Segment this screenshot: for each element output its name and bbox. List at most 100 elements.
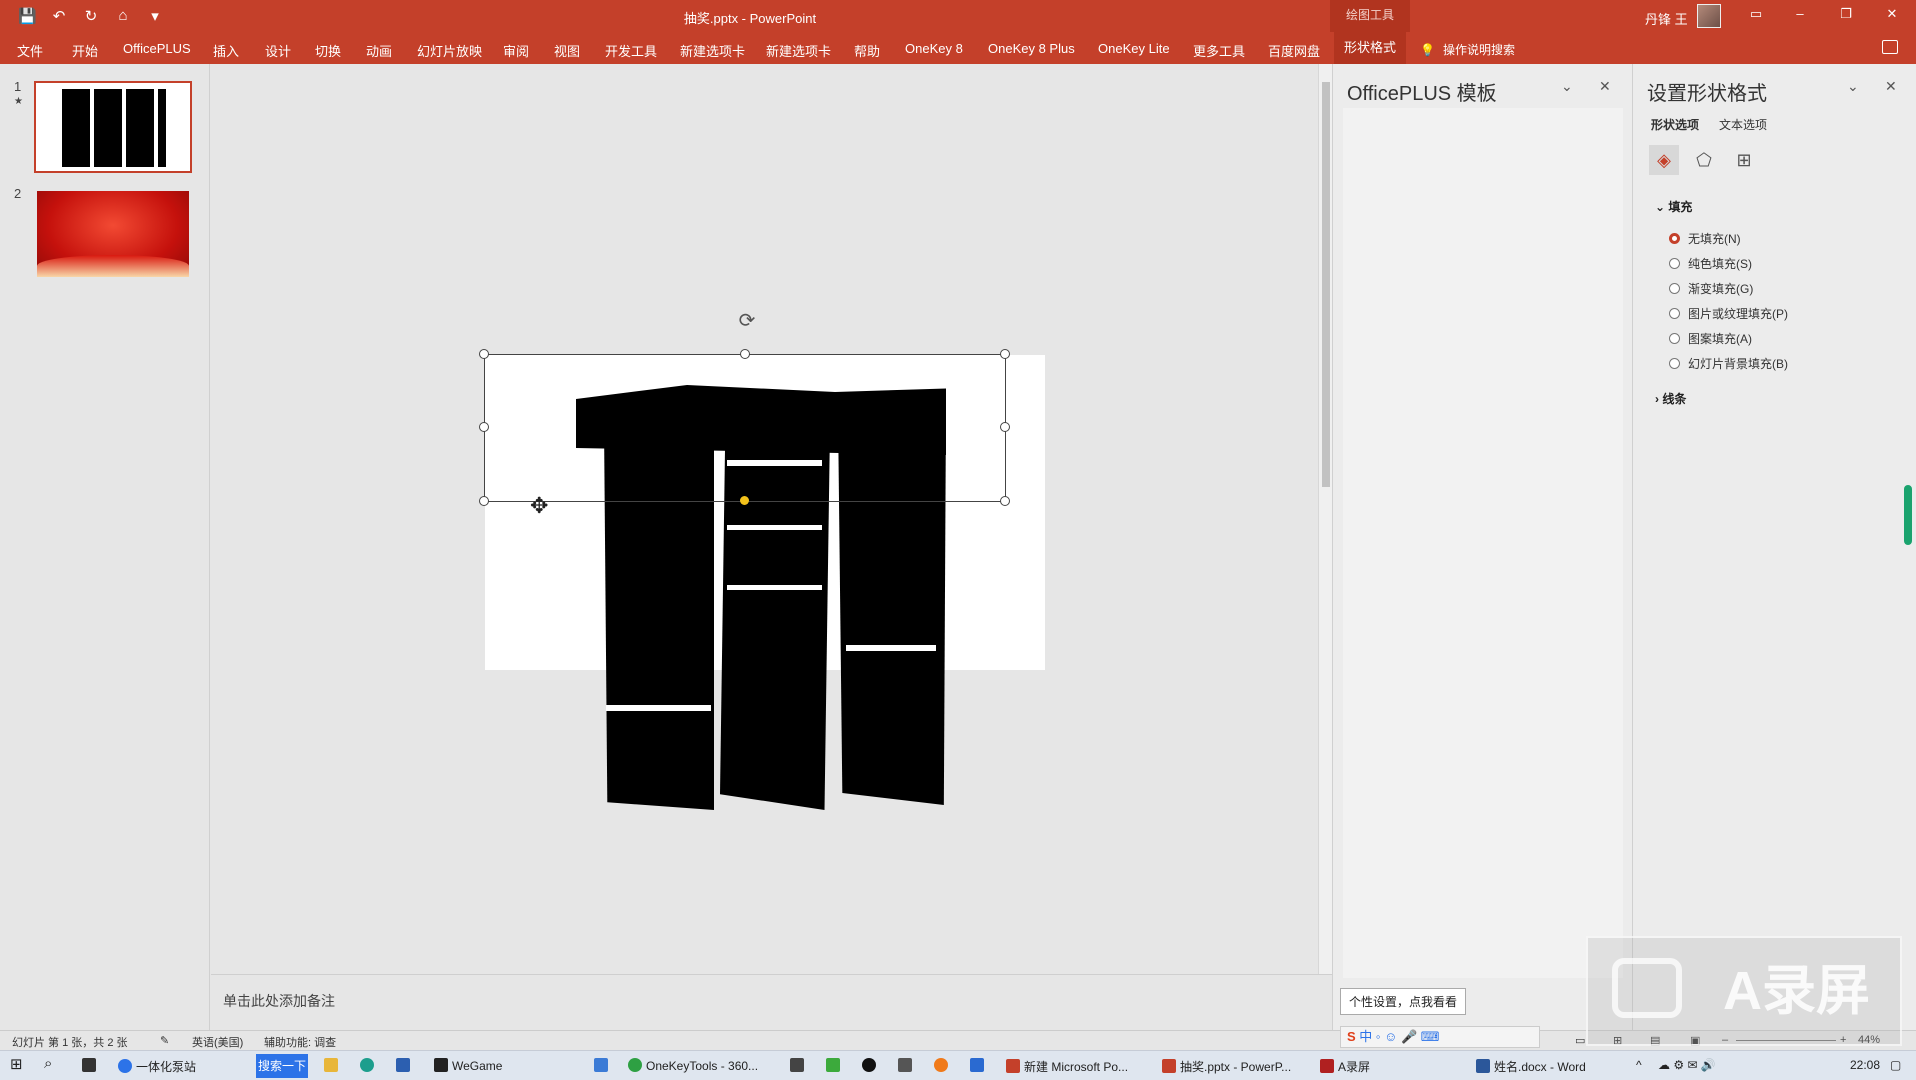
pane-options-icon[interactable]: ⌄	[1847, 78, 1859, 95]
app-icon[interactable]	[970, 1058, 988, 1073]
fill-option-label: 图案填充(A)	[1688, 332, 1752, 346]
accessibility-status[interactable]: 辅助功能: 调查	[264, 1034, 336, 1050]
taskbar-onekeytools[interactable]: OneKeyTools - 360...	[628, 1058, 758, 1073]
fill-section[interactable]: ⌄ 填充	[1655, 198, 1692, 215]
tab-shape-format[interactable]: 形状格式	[1334, 32, 1407, 64]
shape-selection-box[interactable]	[484, 354, 1006, 502]
fill-option-slide-background[interactable]: 幻灯片背景填充(B)	[1669, 355, 1788, 372]
tab-insert[interactable]: 插入	[213, 41, 239, 60]
pane-options-icon[interactable]: ⌄	[1561, 78, 1573, 95]
tab-new-1[interactable]: 新建选项卡	[680, 41, 745, 60]
fill-option-gradient[interactable]: 渐变填充(G)	[1669, 280, 1753, 297]
store-icon[interactable]	[396, 1058, 414, 1073]
scrollbar-thumb[interactable]	[1322, 82, 1330, 487]
browser-search[interactable]: 一体化泵站	[118, 1058, 196, 1075]
tab-transitions[interactable]: 切换	[315, 41, 341, 60]
comment-icon[interactable]	[1882, 40, 1898, 54]
fill-option-none[interactable]: 无填充(N)	[1669, 230, 1741, 247]
tab-review[interactable]: 审阅	[503, 41, 529, 60]
taskbar-new-ppt[interactable]: 新建 Microsoft Po...	[1006, 1058, 1128, 1075]
rotate-handle-icon[interactable]: ⟳	[736, 310, 758, 332]
fill-option-picture[interactable]: 图片或纹理填充(P)	[1669, 305, 1788, 322]
size-properties-icon[interactable]: ⊞	[1729, 145, 1759, 175]
tray-icons[interactable]: ☁ ⚙ ✉ 🔊	[1658, 1058, 1716, 1072]
tab-shape-options[interactable]: 形状选项	[1651, 116, 1699, 133]
search-button[interactable]: 搜索一下	[256, 1054, 308, 1078]
fill-option-pattern[interactable]: 图案填充(A)	[1669, 330, 1752, 347]
taskbar-recorder[interactable]: A录屏	[1320, 1058, 1370, 1075]
folder-icon[interactable]	[324, 1058, 342, 1073]
resize-handle-bottom-left[interactable]	[479, 496, 489, 506]
ribbon-display-icon[interactable]: ▭	[1746, 6, 1766, 26]
resize-handle-right[interactable]	[1000, 422, 1010, 432]
tab-new-2[interactable]: 新建选项卡	[766, 41, 831, 60]
tray-chevron-icon[interactable]: ^	[1636, 1058, 1642, 1072]
ribbon-tab-row: 文件 开始 OfficePLUS 插入 设计 切换 动画 幻灯片放映 审阅 视图…	[0, 32, 1916, 64]
user-name[interactable]: 丹锋 王	[1645, 9, 1688, 28]
personalize-tip[interactable]: 个性设置，点我看看	[1340, 988, 1467, 1015]
spellcheck-icon[interactable]: ✎	[160, 1034, 169, 1047]
tab-onekey8[interactable]: OneKey 8	[905, 41, 963, 56]
tab-animations[interactable]: 动画	[366, 41, 392, 60]
fill-line-icon[interactable]: ◈	[1649, 145, 1679, 175]
close-icon[interactable]: ✕	[1882, 6, 1902, 26]
clock[interactable]: 22:08	[1850, 1058, 1880, 1072]
tab-text-options[interactable]: 文本选项	[1719, 116, 1767, 133]
canvas-scrollbar[interactable]	[1318, 64, 1332, 974]
title-bar: 💾 ↶ ↻ ⌂ ▾ 抽奖.pptx - PowerPoint 绘图工具 丹锋 王…	[0, 0, 1916, 32]
tab-onekeylite[interactable]: OneKey Lite	[1098, 41, 1170, 56]
resize-handle-bottom-right[interactable]	[1000, 496, 1010, 506]
app-icon[interactable]	[826, 1058, 844, 1073]
browser-search-text: 一体化泵站	[136, 1060, 197, 1074]
fill-option-solid[interactable]: 纯色填充(S)	[1669, 255, 1752, 272]
pane-close-icon[interactable]: ✕	[1599, 78, 1611, 95]
normal-view-icon[interactable]: ▭	[1575, 1034, 1585, 1047]
side-widget-tab[interactable]	[1904, 485, 1912, 545]
slide-thumbnail-1[interactable]	[34, 81, 192, 173]
app-icon[interactable]	[898, 1058, 916, 1073]
resize-handle-left[interactable]	[479, 422, 489, 432]
resize-handle-top[interactable]	[740, 349, 750, 359]
restore-icon[interactable]: ❐	[1836, 6, 1856, 26]
tab-home[interactable]: 开始	[72, 41, 98, 60]
notes-area[interactable]: 单击此处添加备注	[211, 974, 1332, 1030]
notification-icon[interactable]: ▢	[1890, 1058, 1901, 1072]
tab-file[interactable]: 文件	[17, 41, 43, 60]
tab-design[interactable]: 设计	[265, 41, 291, 60]
watermark-text: A录屏	[1723, 961, 1870, 1021]
avatar[interactable]	[1697, 4, 1721, 28]
qq-icon[interactable]	[862, 1058, 880, 1073]
tab-officeplus[interactable]: OfficePLUS	[123, 41, 191, 56]
app-icon[interactable]	[790, 1058, 808, 1073]
mail-icon[interactable]	[594, 1058, 612, 1073]
adjust-handle[interactable]	[740, 496, 749, 505]
tab-slideshow[interactable]: 幻灯片放映	[417, 41, 482, 60]
taskbar-lottery-ppt[interactable]: 抽奖.pptx - PowerP...	[1162, 1058, 1291, 1075]
radio-icon	[1669, 333, 1680, 344]
pane-close-icon[interactable]: ✕	[1885, 78, 1897, 95]
taskbar-wegame[interactable]: WeGame	[434, 1058, 502, 1073]
taskbar-word[interactable]: 姓名.docx - Word	[1476, 1058, 1586, 1075]
firefox-icon[interactable]	[934, 1058, 952, 1073]
resize-handle-top-right[interactable]	[1000, 349, 1010, 359]
help-search[interactable]: 💡 操作说明搜索	[1420, 41, 1515, 58]
ime-toolbar[interactable]: S 中 ◦ ☺ 🎤 ⌨	[1340, 1026, 1540, 1048]
line-section[interactable]: › 线条	[1655, 390, 1686, 407]
search-icon[interactable]: ⌕	[44, 1055, 52, 1072]
edge-icon[interactable]	[360, 1058, 378, 1073]
minimize-icon[interactable]: –	[1790, 6, 1810, 26]
resize-handle-top-left[interactable]	[479, 349, 489, 359]
app-icon[interactable]	[82, 1058, 100, 1073]
tab-view[interactable]: 视图	[554, 41, 580, 60]
tab-baidu-netdisk[interactable]: 百度网盘	[1268, 41, 1320, 60]
officeplus-content[interactable]	[1343, 108, 1623, 978]
text-gap-4	[606, 705, 711, 711]
tab-onekey8plus[interactable]: OneKey 8 Plus	[988, 41, 1075, 56]
slide-thumbnail-2[interactable]	[37, 191, 189, 277]
tab-developer[interactable]: 开发工具	[605, 41, 657, 60]
language-indicator[interactable]: 英语(美国)	[192, 1034, 243, 1050]
tab-more-tools[interactable]: 更多工具	[1193, 41, 1245, 60]
effects-icon[interactable]: ⬠	[1689, 145, 1719, 175]
windows-start-icon[interactable]: ⊞	[10, 1055, 23, 1073]
tab-help[interactable]: 帮助	[854, 41, 880, 60]
